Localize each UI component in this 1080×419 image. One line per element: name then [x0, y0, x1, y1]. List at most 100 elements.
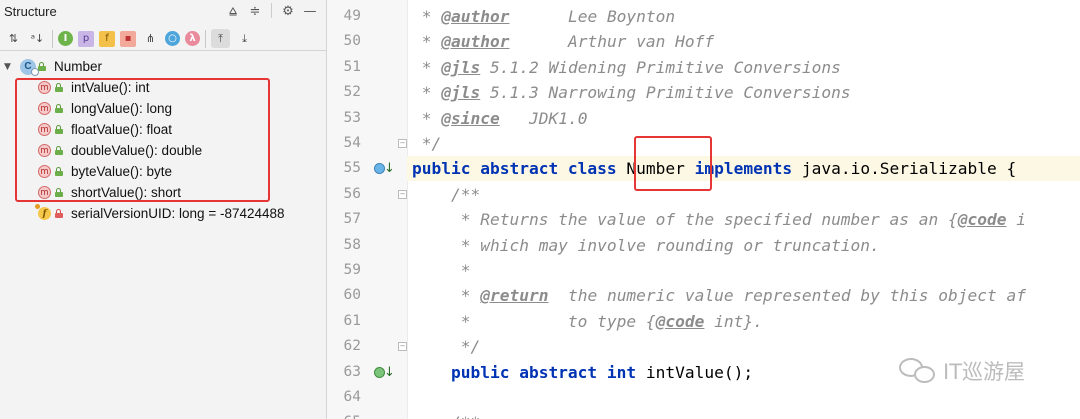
implemented-arrow-icon[interactable]: ↓ — [384, 162, 395, 176]
line-number: 57 — [343, 211, 361, 228]
code-token: * — [412, 286, 481, 306]
divider — [205, 29, 206, 48]
line-number: 58 — [343, 236, 361, 253]
code-token: intValue(); — [645, 362, 754, 382]
align-center-icon[interactable]: ≑ — [247, 3, 263, 19]
code-token: 5.1.2 Widening Primitive Conversions — [480, 57, 841, 77]
code-line[interactable]: * @jls 5.1.3 Narrowing Primitive Convers… — [412, 80, 851, 105]
line-number: 64 — [343, 389, 361, 405]
fold-toggle-icon[interactable]: − — [398, 139, 407, 148]
code-token: the numeric value represented by this ob… — [548, 286, 1027, 306]
code-line[interactable]: /** — [412, 182, 480, 207]
show-anonymous-icon[interactable]: ○ — [165, 31, 180, 46]
code-token: * — [412, 261, 471, 280]
line-number: 51 — [343, 58, 361, 75]
code-token: @author — [441, 7, 510, 26]
line-number: 59 — [343, 262, 361, 278]
code-line[interactable]: * Returns the value of the specified num… — [412, 207, 1026, 232]
panel-title: Structure — [4, 3, 57, 19]
code-token: @since — [441, 108, 500, 128]
code-token: * which may involve rounding or truncati… — [412, 235, 880, 255]
structure-panel: Structure ⩠ ≑ ⚙ — ⇅ ᵃ↓ I p f ▪ ⋔ ○ λ ⤒ ⤓… — [0, 0, 327, 419]
public-lock-icon — [38, 62, 46, 71]
watermark-text: IT巡游屋 — [943, 360, 1026, 384]
code-token: int}. — [704, 311, 763, 331]
fold-toggle-icon[interactable]: − — [398, 342, 407, 352]
code-token: public abstract class — [412, 159, 627, 179]
divider — [271, 3, 272, 18]
show-fields-icon[interactable]: f — [99, 30, 115, 47]
code-line[interactable]: * @author Lee Boynton — [412, 4, 675, 29]
line-number: 60 — [343, 287, 361, 304]
line-number: 61 — [343, 312, 361, 329]
class-icon: C — [20, 58, 39, 76]
divider — [52, 29, 53, 48]
code-line[interactable]: * @since JDK1.0 — [412, 106, 588, 131]
code-token: 5.1.3 Narrowing Primitive Conversions — [480, 83, 851, 103]
header-actions: ⩠ ≑ ⚙ — — [225, 3, 318, 19]
annotation-highlight-box — [634, 136, 712, 191]
line-number: 52 — [343, 84, 361, 101]
show-properties-icon[interactable]: p — [78, 30, 94, 47]
line-number: 50 — [343, 33, 361, 50]
implemented-arrow-icon[interactable]: ↓ — [384, 365, 395, 380]
code-line[interactable]: * — [412, 258, 471, 283]
code-line[interactable]: public abstract class Number implements … — [407, 156, 1080, 182]
line-number: 65 — [327, 410, 361, 419]
code-line[interactable]: * @jls 5.1.2 Widening Primitive Conversi… — [412, 55, 841, 80]
tree-item-field[interactable]: f serialVersionUID: long = -87424488 — [0, 203, 326, 224]
code-token: * — [412, 108, 442, 128]
structure-toolbar: ⇅ ᵃ↓ I p f ▪ ⋔ ○ λ ⤒ ⤓ — [0, 27, 326, 51]
code-token: /** — [412, 184, 481, 204]
line-number: 63 — [343, 363, 361, 380]
show-lambdas-icon[interactable]: λ — [185, 31, 200, 46]
code-line[interactable]: /** — [412, 410, 480, 419]
annotation-highlight-box — [15, 78, 270, 202]
align-top-icon[interactable]: ⩠ — [225, 3, 241, 19]
code-token: Arthur van Hoff — [509, 32, 715, 52]
code-token: JDK1.0 — [499, 108, 588, 128]
line-number: 62 — [343, 338, 361, 355]
watermark: IT巡游屋 — [899, 356, 1025, 386]
code-token: i — [1006, 210, 1026, 230]
code-token: */ — [412, 337, 481, 357]
collapse-arrow-icon[interactable]: ▼ — [4, 62, 14, 72]
code-token: @return — [480, 286, 549, 306]
show-inherited-icon[interactable]: I — [58, 31, 73, 46]
code-token: /** — [412, 413, 480, 419]
tree-root[interactable]: ▼ C Number — [0, 56, 326, 77]
line-number: 55 — [343, 160, 361, 177]
code-line[interactable]: * which may involve rounding or truncati… — [412, 233, 880, 258]
structure-header: Structure ⩠ ≑ ⚙ — — [0, 0, 326, 22]
autoscroll-from-source-icon[interactable]: ⤓ — [235, 29, 254, 48]
show-non-public-icon[interactable]: ▪ — [120, 30, 136, 47]
code-line[interactable]: */ — [412, 131, 442, 156]
code-line[interactable]: * to type {@code int}. — [412, 309, 763, 334]
wechat-logo-icon — [899, 358, 937, 384]
code-line[interactable]: public abstract int intValue(); — [412, 360, 753, 385]
code-token: * — [412, 57, 442, 77]
code-line[interactable]: */ — [412, 334, 481, 359]
code-line[interactable]: * @return the numeric value represented … — [412, 283, 1026, 308]
code-line[interactable]: * @author Arthur van Hoff — [412, 29, 714, 54]
sort-alphabetically-icon[interactable]: ᵃ↓ — [28, 29, 47, 48]
code-token: * — [412, 7, 442, 26]
code-token: @code — [957, 210, 1007, 230]
show-hierarchy-icon[interactable]: ⋔ — [141, 29, 160, 48]
autoscroll-to-source-icon[interactable]: ⤒ — [211, 29, 230, 48]
editor-gutter: 49 50 51 52 53 54 55 56 57 58 59 60 61 62 63 64 65 − − − ↓ ↓ — [327, 0, 408, 419]
tree-item-label: serialVersionUID: long = -87424488 — [71, 206, 285, 221]
gear-icon[interactable]: ⚙ — [280, 3, 296, 19]
fold-toggle-icon[interactable]: − — [398, 189, 407, 199]
field-icon: f — [35, 204, 51, 220]
code-token: @code — [655, 311, 705, 331]
code-token: @jls — [441, 83, 481, 103]
minimize-icon[interactable]: — — [302, 3, 318, 19]
sort-by-visibility-icon[interactable]: ⇅ — [4, 29, 23, 48]
line-number: 53 — [343, 109, 361, 126]
code-token: public abstract int — [412, 362, 646, 382]
code-token: * to type { — [412, 311, 656, 331]
code-token: java.io.Serializable { — [801, 159, 1017, 179]
code-token: * — [412, 32, 442, 52]
code-token: * — [412, 83, 442, 103]
